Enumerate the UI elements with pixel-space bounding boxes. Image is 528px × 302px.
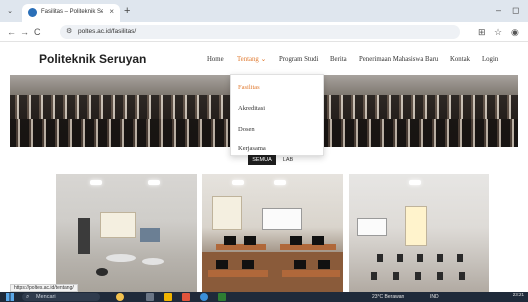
ceiling-light xyxy=(232,180,244,185)
maximize-button[interactable]: ◻ xyxy=(512,4,519,16)
computer-monitor xyxy=(216,260,228,269)
nav-login[interactable]: Login xyxy=(482,55,498,64)
classroom-chair xyxy=(457,254,463,262)
whiteboard xyxy=(262,208,302,230)
chrome-icon[interactable] xyxy=(200,293,208,301)
lab-desk xyxy=(282,270,340,277)
tentang-dropdown: Fasilitas Akreditasi Dosen Kerjasama xyxy=(230,74,324,156)
dropdown-akreditasi[interactable]: Akreditasi xyxy=(238,104,265,113)
filter-semua-button[interactable]: SEMUA xyxy=(248,155,276,165)
classroom-chair xyxy=(393,272,399,280)
site-logo[interactable]: Politeknik Seruyan xyxy=(39,52,146,66)
computer-monitor xyxy=(312,236,324,245)
round-table xyxy=(106,254,136,262)
whiteboard xyxy=(357,218,387,236)
filter-lab-button[interactable]: LAB xyxy=(280,155,296,165)
browser-tab[interactable]: Fasilitas – Politeknik Seruyan × xyxy=(22,4,120,22)
extensions-icon[interactable]: ◉ xyxy=(511,26,519,38)
round-table xyxy=(142,258,164,265)
nav-home[interactable]: Home xyxy=(207,55,224,64)
taskbar-search-placeholder: Mencari xyxy=(36,294,56,300)
gallery-image-3[interactable] xyxy=(349,174,489,292)
room-window xyxy=(100,212,136,238)
nav-kontak[interactable]: Kontak xyxy=(450,55,470,64)
link-status-preview: https://poltes.ac.id/tentang/ xyxy=(10,284,78,292)
bookmark-star-icon[interactable]: ☆ xyxy=(494,26,502,38)
browser-toolbar: ← → C ⚙ poltes.ac.id/fasilitas/ ⊞ ☆ ◉ xyxy=(0,22,528,42)
lab-desk xyxy=(208,270,268,277)
classroom-chair xyxy=(415,272,421,280)
task-view-icon[interactable] xyxy=(146,293,154,301)
file-explorer-icon[interactable] xyxy=(164,293,172,301)
classroom-chair xyxy=(459,272,465,280)
tab-search-icon[interactable]: ⌄ xyxy=(4,6,16,17)
app-icon[interactable] xyxy=(218,293,226,301)
copilot-icon[interactable] xyxy=(116,293,124,301)
gallery-image-2[interactable] xyxy=(202,174,343,292)
bookshelf xyxy=(78,218,90,254)
ceiling-light xyxy=(90,180,102,185)
ceiling-light xyxy=(409,180,421,185)
nav-berita[interactable]: Berita xyxy=(330,55,347,64)
translate-icon[interactable]: ⊞ xyxy=(478,26,486,38)
address-url: poltes.ac.id/fasilitas/ xyxy=(78,28,137,35)
address-bar[interactable]: ⚙ poltes.ac.id/fasilitas/ xyxy=(60,25,460,39)
back-button[interactable]: ← xyxy=(7,26,16,38)
taskbar-language[interactable]: IND xyxy=(430,293,439,301)
taskbar-weather[interactable]: 23°C Berawan xyxy=(372,293,404,301)
classroom-chair xyxy=(417,254,423,262)
windows-taskbar: ⌕ Mencari 23°C Berawan IND 23:21 xyxy=(0,292,528,302)
store-icon[interactable] xyxy=(182,293,190,301)
ceiling-light xyxy=(148,180,160,185)
room-window xyxy=(405,206,427,246)
nav-program-studi[interactable]: Program Studi xyxy=(279,55,318,64)
classroom-chair xyxy=(437,254,443,262)
lab-desk xyxy=(280,244,336,250)
new-tab-button[interactable]: + xyxy=(124,5,130,17)
computer-monitor xyxy=(290,236,302,245)
ceiling-light xyxy=(274,180,286,185)
nav-pmb[interactable]: Penerimaan Mahasiswa Baru xyxy=(359,55,438,64)
site-favicon-icon xyxy=(28,8,37,17)
computer-monitor xyxy=(294,260,306,269)
forward-button[interactable]: → xyxy=(20,26,29,38)
classroom-chair xyxy=(377,254,383,262)
classroom-chair xyxy=(437,272,443,280)
room-window xyxy=(212,196,242,230)
dropdown-dosen[interactable]: Dosen xyxy=(238,125,255,134)
classroom-chair xyxy=(371,272,377,280)
site-info-icon[interactable]: ⚙ xyxy=(66,28,72,36)
computer-monitor xyxy=(244,236,256,245)
taskbar-search[interactable]: ⌕ Mencari xyxy=(22,293,100,301)
nav-tentang[interactable]: Tentang ⌄ xyxy=(237,55,266,64)
browser-tabstrip: ⌄ Fasilitas – Politeknik Seruyan × + – ◻ xyxy=(0,0,528,22)
tab-close-icon[interactable]: × xyxy=(109,7,114,17)
search-icon: ⌕ xyxy=(26,294,30,300)
taskbar-clock[interactable]: 23:21 xyxy=(498,292,524,297)
windows-start-icon[interactable] xyxy=(6,293,14,301)
tab-title: Fasilitas – Politeknik Seruyan xyxy=(41,9,103,15)
minimize-button[interactable]: – xyxy=(496,4,501,16)
computer-monitor xyxy=(224,236,236,245)
computer-monitor xyxy=(242,260,254,269)
reload-button[interactable]: C xyxy=(34,26,41,38)
site-header: Politeknik Seruyan Home Tentang ⌄ Progra… xyxy=(0,43,528,75)
cabinet xyxy=(140,228,160,242)
gallery-image-1[interactable] xyxy=(56,174,197,292)
stool xyxy=(96,268,108,276)
dropdown-fasilitas[interactable]: Fasilitas xyxy=(238,83,260,92)
dropdown-kerjasama[interactable]: Kerjasama xyxy=(238,144,266,153)
computer-monitor xyxy=(318,260,330,269)
classroom-chair xyxy=(397,254,403,262)
